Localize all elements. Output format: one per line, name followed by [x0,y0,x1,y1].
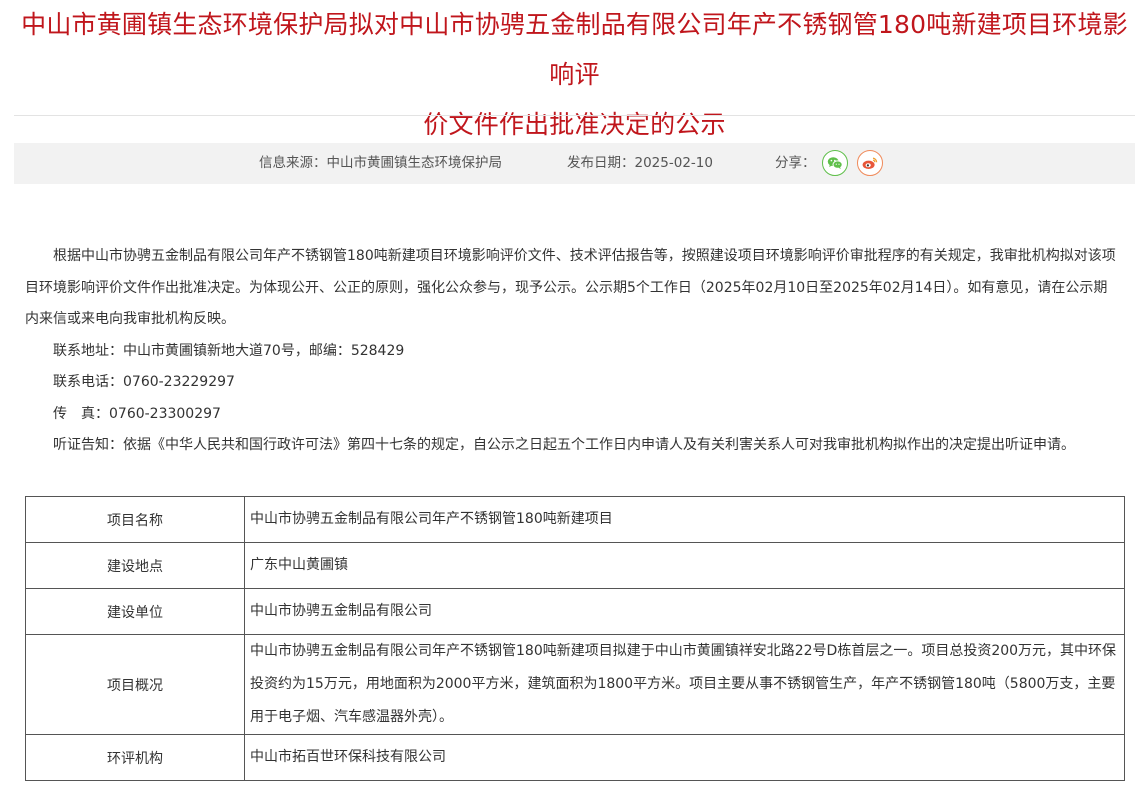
hearing-notice: 听证告知：依据《中华人民共和国行政许可法》第四十七条的规定，自公示之日起五个工作… [53,437,1075,453]
title-divider [14,115,1135,116]
table-row: 项目概况 中山市协骋五金制品有限公司年产不锈钢管180吨新建项目拟建于中山市黄圃… [25,634,1125,735]
table-row: 环评机构 中山市拓百世环保科技有限公司 [25,734,1125,781]
wechat-icon [827,157,843,169]
publish-date-label: 发布日期： [567,155,635,171]
publish-date-value: 2025-02-10 [634,155,713,171]
info-source-value: 中山市黄圃镇生态环境保护局 [326,155,503,171]
info-source-label: 信息来源： [259,155,327,171]
share-wechat-button[interactable] [822,150,848,176]
table-value: 中山市拓百世环保科技有限公司 [244,734,1125,781]
table-label: 项目概况 [25,634,245,735]
table-row: 建设单位 中山市协骋五金制品有限公司 [25,588,1125,635]
page-title: 中山市黄圃镇生态环境保护局拟对中山市协骋五金制品有限公司年产不锈钢管180吨新建… [14,0,1135,150]
weibo-icon [862,157,878,169]
page-title-line-1: 中山市黄圃镇生态环境保护局拟对中山市协骋五金制品有限公司年产不锈钢管180吨新建… [21,10,1128,89]
table-row: 建设地点 广东中山黄圃镇 [25,542,1125,589]
share-weibo-button[interactable] [857,150,883,176]
contact-address: 联系地址：中山市黄圃镇新地大道70号，邮编：528429 [53,342,405,359]
table-value: 中山市协骋五金制品有限公司年产不锈钢管180吨新建项目拟建于中山市黄圃镇祥安北路… [244,634,1125,735]
table-label: 建设地点 [25,542,245,589]
table-label: 项目名称 [25,496,245,543]
table-value: 中山市协骋五金制品有限公司 [244,588,1125,635]
project-info-table: 项目名称 中山市协骋五金制品有限公司年产不锈钢管180吨新建项目 建设地点 广东… [25,496,1125,781]
contact-fax: 传 真：0760-23300297 [53,405,221,422]
contact-phone: 联系电话：0760-23229297 [53,374,235,390]
table-row: 项目名称 中山市协骋五金制品有限公司年产不锈钢管180吨新建项目 [25,496,1125,543]
share-label: 分享： [775,155,816,171]
article-body: 根据中山市协骋五金制品有限公司年产不锈钢管180吨新建项目环境影响评价文件、技术… [25,241,1120,462]
intro-paragraph: 根据中山市协骋五金制品有限公司年产不锈钢管180吨新建项目环境影响评价文件、技术… [25,248,1116,327]
publish-date: 发布日期：2025-02-10 [567,143,713,184]
info-source: 信息来源：中山市黄圃镇生态环境保护局 [259,143,502,184]
table-value: 广东中山黄圃镇 [244,542,1125,589]
table-label: 环评机构 [25,734,245,781]
meta-bar: 信息来源：中山市黄圃镇生态环境保护局 发布日期：2025-02-10 分享： [14,143,1135,184]
table-value: 中山市协骋五金制品有限公司年产不锈钢管180吨新建项目 [244,496,1125,543]
table-label: 建设单位 [25,588,245,635]
